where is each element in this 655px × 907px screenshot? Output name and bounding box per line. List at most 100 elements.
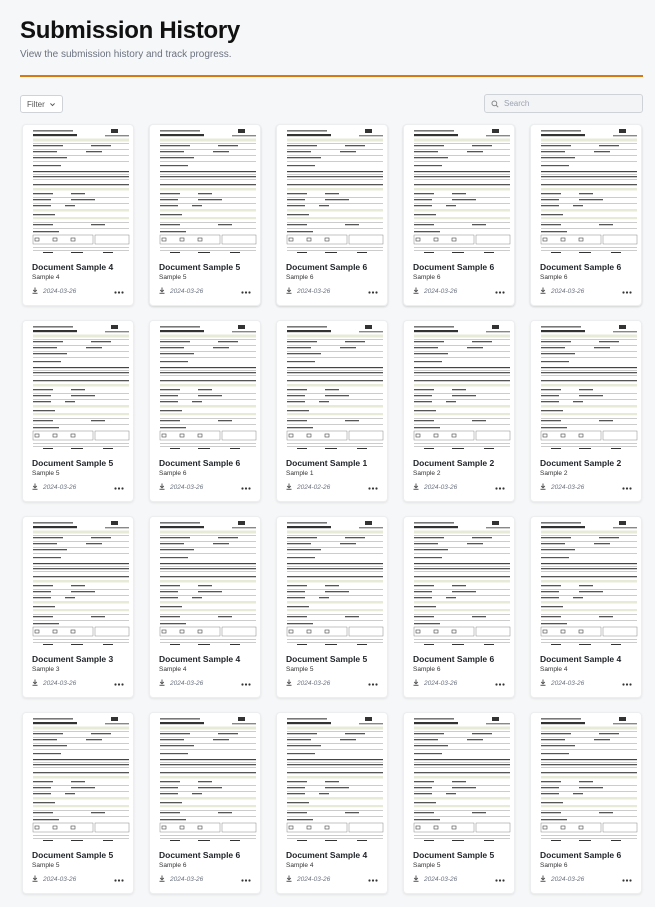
- more-dots-icon[interactable]: [368, 291, 378, 294]
- more-dots-icon[interactable]: [241, 683, 251, 686]
- document-thumbnail[interactable]: [158, 324, 258, 452]
- more-dots-icon[interactable]: [241, 291, 251, 294]
- more-dots-icon[interactable]: [241, 879, 251, 882]
- document-thumbnail[interactable]: [158, 520, 258, 648]
- document-thumbnail[interactable]: [539, 324, 639, 452]
- document-thumbnail[interactable]: [539, 128, 639, 256]
- download-icon[interactable]: [32, 875, 38, 882]
- download-icon[interactable]: [32, 483, 38, 490]
- document-subtitle: Sample 2: [540, 470, 568, 477]
- document-thumbnail[interactable]: [412, 324, 512, 452]
- download-icon[interactable]: [413, 875, 419, 882]
- filter-button[interactable]: Filter: [20, 95, 63, 113]
- document-card[interactable]: Document Sample 6 Sample 6 2024-03-26: [403, 516, 515, 698]
- download-icon[interactable]: [159, 679, 165, 686]
- document-title: Document Sample 6: [159, 850, 241, 860]
- more-dots-icon[interactable]: [622, 879, 632, 882]
- download-icon[interactable]: [159, 875, 165, 882]
- document-card[interactable]: Document Sample 6 Sample 6 2024-03-26: [149, 320, 261, 502]
- document-thumbnail[interactable]: [31, 716, 131, 844]
- document-thumbnail[interactable]: [412, 128, 512, 256]
- more-dots-icon[interactable]: [368, 683, 378, 686]
- form-thumbnail: [31, 128, 131, 256]
- download-icon[interactable]: [159, 483, 165, 490]
- search-box[interactable]: [484, 94, 643, 113]
- document-card[interactable]: Document Sample 6 Sample 6 2024-03-26: [530, 124, 642, 306]
- download-icon[interactable]: [159, 287, 165, 294]
- document-title: Document Sample 6: [540, 262, 622, 272]
- more-dots-icon[interactable]: [495, 291, 505, 294]
- document-thumbnail[interactable]: [285, 324, 385, 452]
- document-card[interactable]: Document Sample 5 Sample 5 2024-03-26: [22, 712, 134, 894]
- download-icon[interactable]: [286, 483, 292, 490]
- document-thumbnail[interactable]: [31, 128, 131, 256]
- document-card[interactable]: Document Sample 5 Sample 5 2024-03-26: [403, 712, 515, 894]
- document-date: 2024-03-26: [551, 876, 585, 883]
- more-dots-icon[interactable]: [622, 487, 632, 490]
- more-dots-icon[interactable]: [622, 683, 632, 686]
- document-thumbnail[interactable]: [158, 128, 258, 256]
- document-card[interactable]: Document Sample 6 Sample 6 2024-03-26: [530, 712, 642, 894]
- document-card[interactable]: Document Sample 1 Sample 1 2024-02-26: [276, 320, 388, 502]
- document-title: Document Sample 3: [32, 654, 114, 664]
- more-dots-icon[interactable]: [495, 683, 505, 686]
- download-icon[interactable]: [413, 287, 419, 294]
- document-thumbnail[interactable]: [412, 520, 512, 648]
- download-icon[interactable]: [286, 875, 292, 882]
- download-icon[interactable]: [32, 287, 38, 294]
- form-thumbnail: [31, 324, 131, 452]
- document-thumbnail[interactable]: [285, 716, 385, 844]
- document-subtitle: Sample 5: [286, 666, 314, 673]
- document-card[interactable]: Document Sample 6 Sample 6 2024-03-26: [403, 124, 515, 306]
- document-title: Document Sample 5: [413, 850, 495, 860]
- more-dots-icon[interactable]: [114, 683, 124, 686]
- document-thumbnail[interactable]: [412, 716, 512, 844]
- document-grid: Document Sample 1Sample 12024-02-26Docum…: [22, 124, 644, 896]
- download-icon[interactable]: [413, 679, 419, 686]
- more-dots-icon[interactable]: [622, 291, 632, 294]
- download-icon[interactable]: [32, 679, 38, 686]
- document-card[interactable]: Document Sample 6 Sample 6 2024-03-26: [149, 712, 261, 894]
- more-dots-icon[interactable]: [368, 879, 378, 882]
- document-thumbnail[interactable]: [31, 520, 131, 648]
- more-dots-icon[interactable]: [368, 487, 378, 490]
- search-input[interactable]: [504, 99, 634, 108]
- document-card[interactable]: Document Sample 5 Sample 5 2024-03-26: [276, 516, 388, 698]
- document-date: 2024-03-26: [297, 288, 331, 295]
- download-icon[interactable]: [286, 287, 292, 294]
- more-dots-icon[interactable]: [495, 879, 505, 882]
- document-card[interactable]: Document Sample 4 Sample 4 2024-03-26: [22, 124, 134, 306]
- header-divider: [20, 75, 643, 77]
- document-card[interactable]: Document Sample 4 Sample 4 2024-03-26: [276, 712, 388, 894]
- document-card[interactable]: Document Sample 6 Sample 6 2024-03-26: [276, 124, 388, 306]
- document-thumbnail[interactable]: [285, 128, 385, 256]
- document-card[interactable]: Document Sample 4 Sample 4 2024-03-26: [530, 516, 642, 698]
- document-thumbnail[interactable]: [158, 716, 258, 844]
- more-dots-icon[interactable]: [114, 879, 124, 882]
- more-dots-icon[interactable]: [241, 487, 251, 490]
- download-icon[interactable]: [413, 483, 419, 490]
- download-icon[interactable]: [540, 287, 546, 294]
- download-icon[interactable]: [540, 679, 546, 686]
- more-dots-icon[interactable]: [114, 291, 124, 294]
- download-icon[interactable]: [540, 483, 546, 490]
- document-card[interactable]: Document Sample 2 Sample 2 2024-03-26: [403, 320, 515, 502]
- document-card[interactable]: Document Sample 5 Sample 5 2024-03-26: [149, 124, 261, 306]
- form-thumbnail: [539, 324, 639, 452]
- more-dots-icon[interactable]: [495, 487, 505, 490]
- document-thumbnail[interactable]: [31, 324, 131, 452]
- more-dots-icon[interactable]: [114, 487, 124, 490]
- document-card[interactable]: Document Sample 2 Sample 2 2024-03-26: [530, 320, 642, 502]
- document-thumbnail[interactable]: [285, 520, 385, 648]
- document-date: 2024-03-26: [43, 876, 77, 883]
- download-icon[interactable]: [540, 875, 546, 882]
- document-card[interactable]: Document Sample 5 Sample 5 2024-03-26: [22, 320, 134, 502]
- document-title: Document Sample 5: [286, 654, 368, 664]
- document-thumbnail[interactable]: [539, 716, 639, 844]
- document-subtitle: Sample 4: [540, 666, 568, 673]
- document-date: 2024-03-26: [43, 484, 77, 491]
- document-card[interactable]: Document Sample 3 Sample 3 2024-03-26: [22, 516, 134, 698]
- download-icon[interactable]: [286, 679, 292, 686]
- document-card[interactable]: Document Sample 4 Sample 4 2024-03-26: [149, 516, 261, 698]
- document-thumbnail[interactable]: [539, 520, 639, 648]
